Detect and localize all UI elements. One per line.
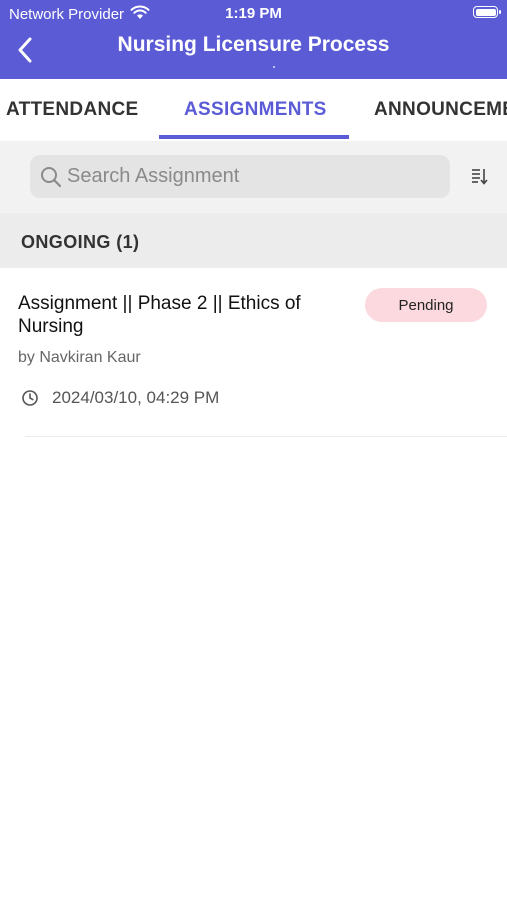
section-header-ongoing: ONGOING (1)	[0, 213, 507, 268]
search-icon	[39, 165, 63, 189]
chevron-left-icon	[17, 37, 33, 68]
page-title: Nursing Licensure Process	[117, 33, 390, 56]
status-time: 1:19 PM	[225, 5, 282, 22]
section-label: ONGOING (1)	[21, 232, 140, 252]
assignment-date: 2024/03/10, 04:29 PM	[52, 388, 220, 407]
status-bar: Network Provider 1:19 PM	[0, 0, 507, 28]
clock-icon	[21, 389, 39, 407]
search-row: Search Assignment	[0, 141, 507, 213]
title-indicator-dot	[273, 66, 275, 68]
sort-button[interactable]	[466, 165, 492, 191]
active-tab-indicator	[159, 135, 349, 139]
tab-bar: ATTENDANCE ASSIGNMENTS ANNOUNCEMENTS	[0, 79, 507, 141]
tab-assignments[interactable]: ASSIGNMENTS	[184, 79, 327, 141]
tab-attendance[interactable]: ATTENDANCE	[6, 79, 138, 141]
status-badge: Pending	[365, 288, 487, 322]
assignment-date-row: 2024/03/10, 04:29 PM	[21, 388, 219, 408]
tab-announcements[interactable]: ANNOUNCEMENTS	[374, 79, 507, 141]
assignment-author: by Navkiran Kaur	[18, 349, 141, 366]
assignment-card[interactable]: Assignment || Phase 2 || Ethics of Nursi…	[0, 268, 507, 438]
app-header: Network Provider 1:19 PM Nursing Licensu…	[0, 0, 507, 79]
back-button[interactable]	[10, 34, 40, 70]
assignment-title: Assignment || Phase 2 || Ethics of Nursi…	[18, 293, 301, 337]
sort-icon	[469, 166, 489, 191]
search-input[interactable]: Search Assignment	[30, 155, 450, 198]
battery-icon	[473, 6, 501, 18]
card-divider	[25, 436, 507, 437]
search-placeholder: Search Assignment	[67, 165, 240, 187]
